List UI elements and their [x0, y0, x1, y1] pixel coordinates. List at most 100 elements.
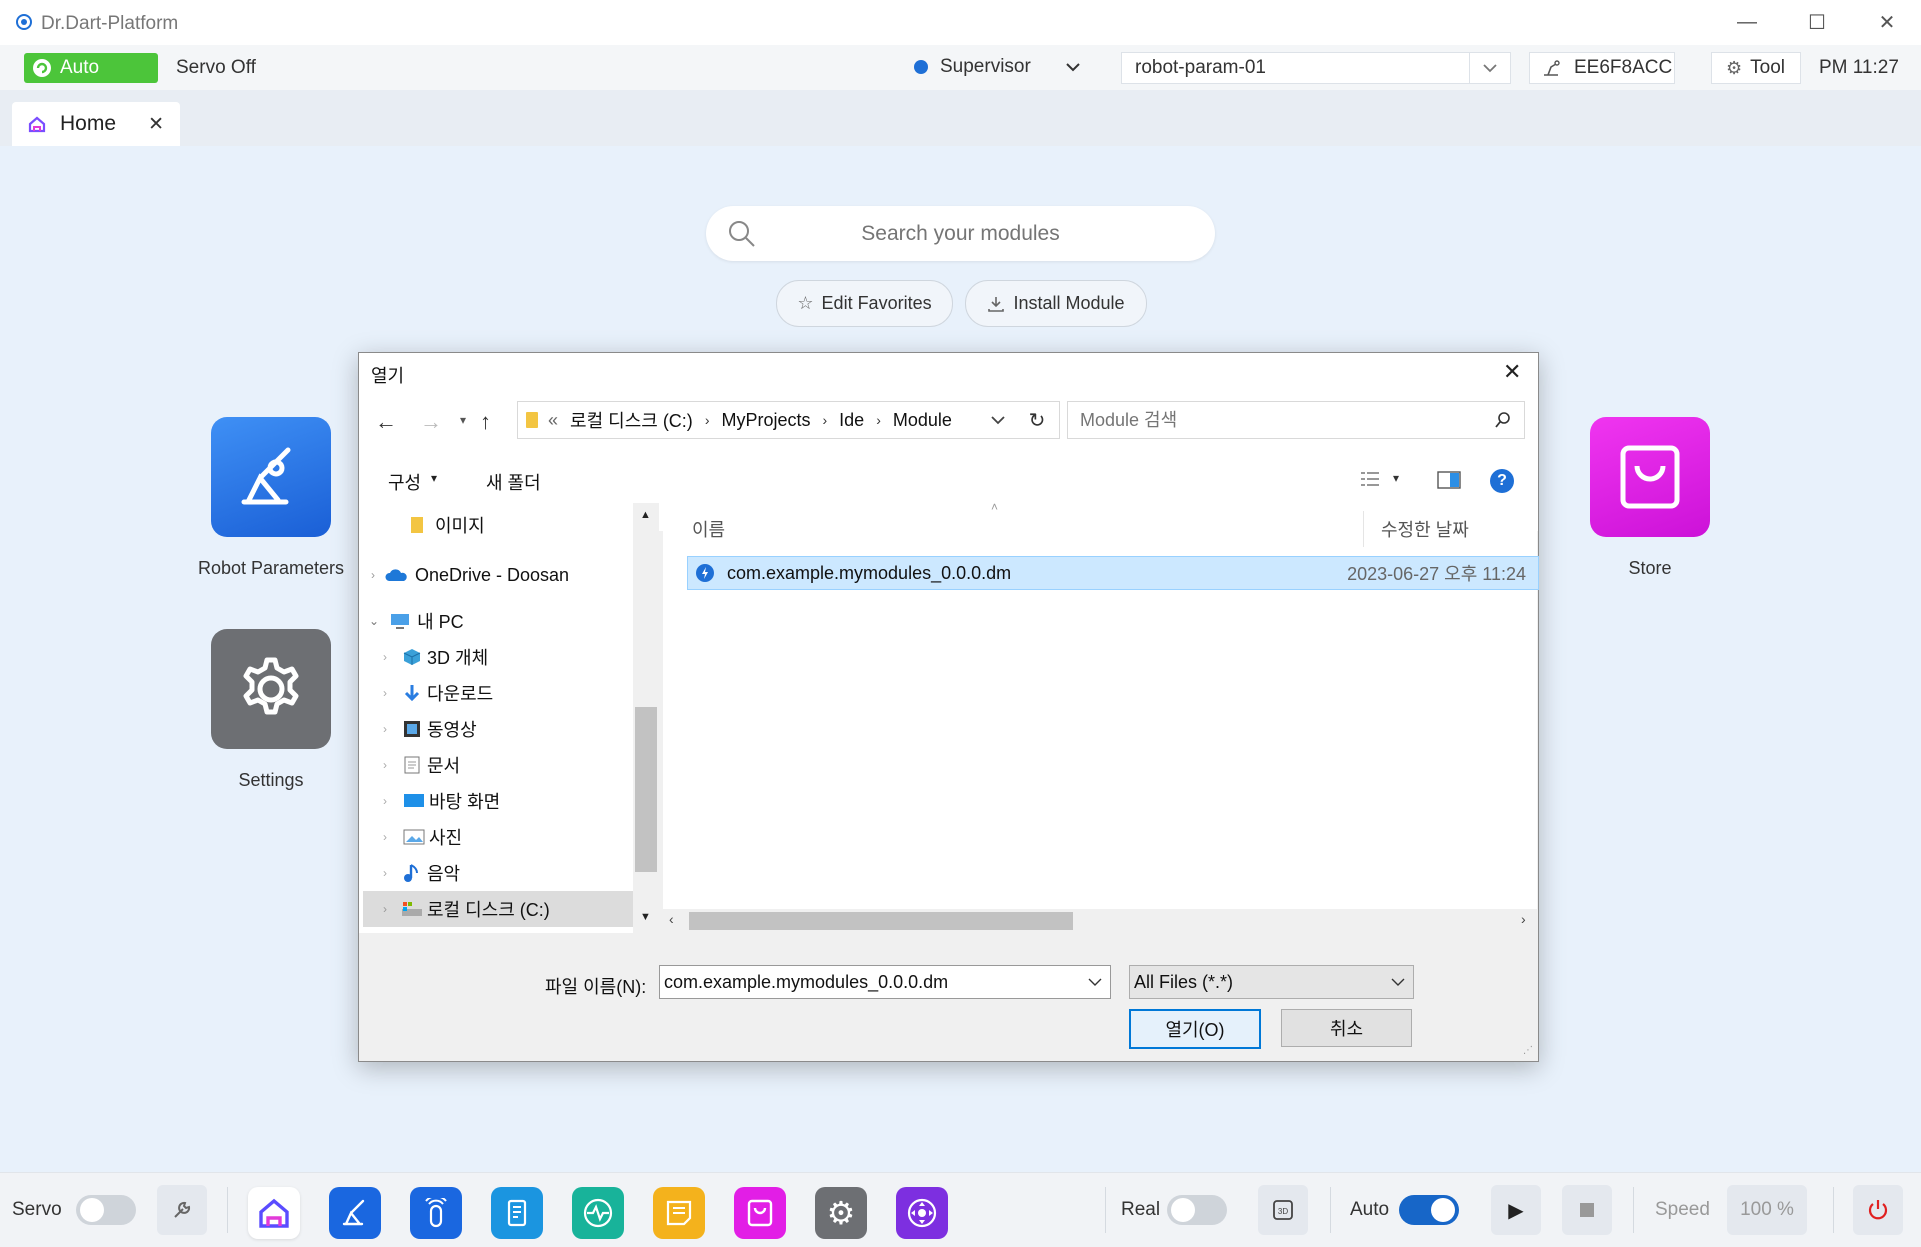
- chevron-right-icon[interactable]: ›: [371, 568, 375, 582]
- user-role-selector[interactable]: Supervisor: [914, 52, 1081, 82]
- scroll-left-icon[interactable]: ‹: [669, 911, 674, 927]
- folder-search-box[interactable]: [1067, 401, 1525, 439]
- breadcrumb-separator-icon[interactable]: ›: [876, 412, 881, 428]
- scroll-down-icon[interactable]: ▼: [640, 911, 651, 923]
- chevron-down-icon[interactable]: ▾: [1393, 471, 1399, 485]
- install-module-button[interactable]: Install Module: [965, 280, 1147, 327]
- scrollbar-thumb[interactable]: [635, 707, 657, 872]
- back-arrow-icon[interactable]: ←: [375, 409, 397, 435]
- breadcrumb-item[interactable]: 로컬 디스크 (C:): [570, 407, 693, 433]
- dock-store[interactable]: [734, 1187, 786, 1239]
- maintenance-button[interactable]: [157, 1185, 207, 1235]
- address-bar[interactable]: « 로컬 디스크 (C:) › MyProjects › Ide › Modul…: [517, 401, 1017, 439]
- horizontal-scrollbar[interactable]: ‹ ›: [663, 909, 1537, 933]
- filetype-select[interactable]: All Files (*.*): [1129, 965, 1414, 999]
- nav-item-desktop[interactable]: › 바탕 화면: [359, 783, 633, 819]
- chevron-right-icon[interactable]: ›: [383, 866, 387, 880]
- up-arrow-icon[interactable]: ↑: [480, 409, 491, 435]
- open-button[interactable]: 열기(O): [1129, 1009, 1261, 1049]
- tab-close-icon[interactable]: ✕: [148, 113, 164, 136]
- settings-app[interactable]: [211, 629, 331, 749]
- file-row[interactable]: com.example.mymodules_0.0.0.dm 2023-06-2…: [687, 556, 1539, 590]
- dock-teach-pendant[interactable]: [410, 1187, 462, 1239]
- store-app[interactable]: [1590, 417, 1710, 537]
- dock-settings[interactable]: ⚙: [815, 1187, 867, 1239]
- nav-item-images[interactable]: 이미지: [359, 507, 633, 543]
- filename-field[interactable]: com.example.mymodules_0.0.0.dm: [659, 965, 1111, 999]
- nav-item-label: 내 PC: [417, 612, 464, 632]
- breadcrumb-item[interactable]: Ide: [839, 410, 864, 431]
- dialog-close-icon[interactable]: ✕: [1503, 359, 1521, 385]
- dock-monitoring[interactable]: [572, 1187, 624, 1239]
- breadcrumb-separator-icon[interactable]: ›: [705, 412, 710, 428]
- nav-item-downloads[interactable]: › 다운로드: [359, 675, 633, 711]
- dock-robot-parameters[interactable]: [329, 1187, 381, 1239]
- new-folder-button[interactable]: 새 폴더: [486, 469, 541, 495]
- refresh-icon[interactable]: ↻: [1015, 401, 1060, 439]
- chevron-right-icon[interactable]: ›: [383, 758, 387, 772]
- breadcrumb-separator-icon[interactable]: ›: [823, 412, 828, 428]
- chevron-right-icon[interactable]: ›: [383, 722, 387, 736]
- real-toggle[interactable]: [1167, 1195, 1227, 1225]
- dock-task-editor[interactable]: [491, 1187, 543, 1239]
- folder-search-input[interactable]: [1078, 408, 1494, 432]
- mode-badge[interactable]: Auto: [24, 53, 158, 83]
- search-input[interactable]: [756, 220, 1165, 247]
- chevron-right-icon[interactable]: ›: [383, 902, 387, 916]
- chevron-down-icon[interactable]: ⌄: [369, 614, 379, 628]
- scroll-up-icon[interactable]: ▲: [640, 509, 651, 521]
- nav-item-3d-objects[interactable]: › 3D 개체: [359, 639, 633, 675]
- nav-item-onedrive[interactable]: › OneDrive - Doosan: [359, 557, 633, 593]
- nav-item-pictures[interactable]: › 사진: [359, 819, 633, 855]
- cancel-button[interactable]: 취소: [1281, 1009, 1412, 1047]
- device-id-box[interactable]: EE6F8ACC: [1529, 52, 1675, 84]
- nav-item-documents[interactable]: › 문서: [359, 747, 633, 783]
- auto-toggle[interactable]: [1399, 1195, 1459, 1225]
- filename-input[interactable]: com.example.mymodules_0.0.0.dm: [664, 972, 1088, 993]
- column-header-modified[interactable]: 수정한 날짜: [1381, 516, 1469, 542]
- chevron-down-icon[interactable]: [990, 415, 1006, 425]
- tool-button[interactable]: ⚙ Tool: [1711, 52, 1801, 84]
- chevron-right-icon[interactable]: ›: [383, 830, 387, 844]
- dock-jog[interactable]: [896, 1187, 948, 1239]
- dock-home[interactable]: [248, 1187, 300, 1239]
- resize-grip-icon[interactable]: ⋰: [1523, 1045, 1533, 1056]
- recent-locations-chevron-icon[interactable]: ▾: [460, 413, 466, 427]
- robot-param-select[interactable]: robot-param-01: [1121, 52, 1511, 84]
- chevron-down-icon[interactable]: ▾: [431, 471, 437, 485]
- maximize-button[interactable]: ☐: [1782, 0, 1852, 45]
- nav-item-local-disk[interactable]: › 로컬 디스크 (C:): [363, 891, 633, 927]
- help-icon[interactable]: ?: [1490, 469, 1514, 493]
- chevron-right-icon[interactable]: ›: [383, 686, 387, 700]
- servo-toggle[interactable]: [76, 1195, 136, 1225]
- play-button[interactable]: ▶: [1491, 1185, 1541, 1235]
- nav-item-music[interactable]: › 음악: [359, 855, 633, 891]
- breadcrumb-item[interactable]: Module: [893, 410, 990, 431]
- nav-item-this-pc[interactable]: ⌄ 내 PC: [359, 603, 633, 639]
- breadcrumb-item[interactable]: MyProjects: [721, 410, 810, 431]
- module-search[interactable]: [706, 206, 1215, 261]
- scrollbar-thumb[interactable]: [689, 912, 1073, 930]
- nav-scrollbar[interactable]: ▲ ▼: [633, 503, 659, 933]
- nav-item-videos[interactable]: › 동영상: [359, 711, 633, 747]
- forward-arrow-icon[interactable]: →: [420, 409, 442, 435]
- organize-menu[interactable]: 구성: [388, 469, 421, 495]
- chevron-right-icon[interactable]: ›: [383, 794, 387, 808]
- tab-home[interactable]: Home ✕: [12, 102, 180, 146]
- chevron-down-icon[interactable]: [1088, 978, 1102, 987]
- close-window-button[interactable]: ✕: [1852, 0, 1921, 45]
- breadcrumb-overflow[interactable]: «: [548, 410, 558, 431]
- power-button[interactable]: [1853, 1185, 1903, 1235]
- preview-pane-icon[interactable]: [1437, 470, 1461, 490]
- chevron-right-icon[interactable]: ›: [383, 650, 387, 664]
- scroll-right-icon[interactable]: ›: [1521, 911, 1526, 927]
- view-options-icon[interactable]: [1359, 469, 1381, 489]
- stop-button[interactable]: [1562, 1185, 1612, 1235]
- column-header-name[interactable]: 이름: [692, 516, 725, 542]
- 3d-view-button[interactable]: 3D: [1258, 1185, 1308, 1235]
- speed-value-box[interactable]: 100 %: [1727, 1185, 1807, 1235]
- robot-parameters-app[interactable]: [211, 417, 331, 537]
- minimize-button[interactable]: —: [1712, 0, 1782, 45]
- edit-favorites-button[interactable]: ☆ Edit Favorites: [776, 280, 953, 327]
- dock-notes[interactable]: [653, 1187, 705, 1239]
